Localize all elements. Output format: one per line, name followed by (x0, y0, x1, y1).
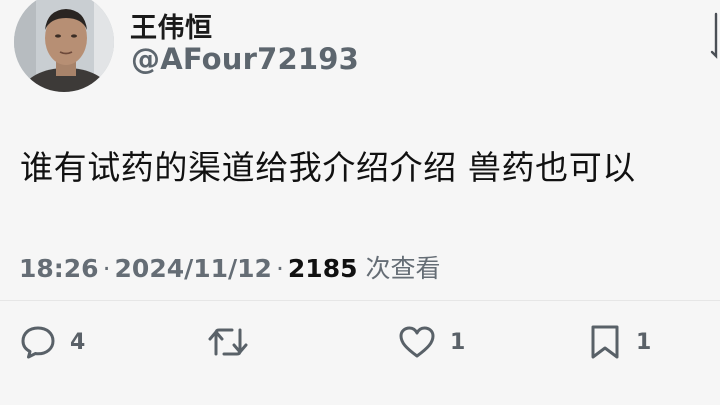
divider (0, 300, 720, 301)
reply-count: 4 (70, 329, 86, 355)
bookmark-button[interactable]: 1 (588, 322, 651, 362)
heart-icon (398, 324, 436, 360)
meta-separator: · (275, 254, 284, 283)
bookmark-icon (588, 323, 622, 361)
display-name[interactable]: 王伟恒 (130, 6, 213, 45)
like-count: 1 (450, 329, 466, 355)
reply-icon (20, 324, 56, 360)
bookmark-count: 1 (636, 329, 652, 355)
retweet-icon (206, 324, 250, 360)
more-options-icon[interactable] (698, 12, 720, 62)
reply-button[interactable]: 4 (20, 322, 85, 362)
views-label: 次查看 (365, 254, 441, 283)
tweet-date[interactable]: 2024/11/12 (115, 254, 272, 283)
tweet-time[interactable]: 18:26 (19, 254, 99, 283)
user-handle[interactable]: @AFour72193 (131, 42, 359, 76)
retweet-button[interactable] (206, 322, 264, 362)
tweet-meta: 18:26 · 2024/11/12 · 2185 次查看 (19, 249, 440, 285)
like-button[interactable]: 1 (398, 322, 465, 362)
tweet-card: 王伟恒 @AFour72193 谁有试药的渠道给我介绍介绍 兽药也可以 18:2… (0, 0, 720, 405)
avatar[interactable] (14, 0, 114, 92)
views-count: 2185 (287, 254, 358, 283)
tweet-text: 谁有试药的渠道给我介绍介绍 兽药也可以 (20, 148, 636, 187)
meta-separator: · (102, 254, 111, 283)
